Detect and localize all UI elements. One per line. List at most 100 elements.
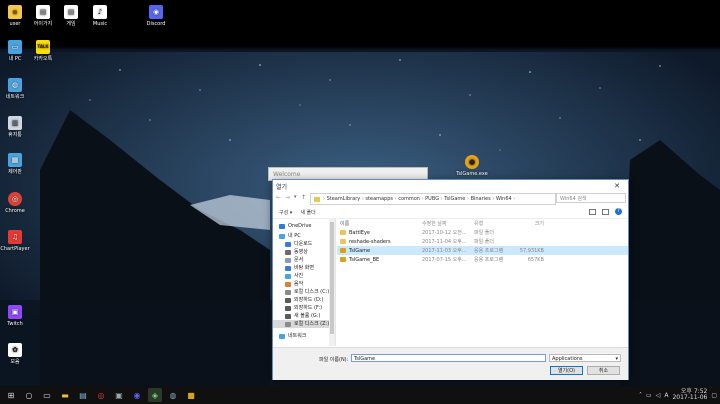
drive-icon [285,321,291,327]
nav-item-drive-d[interactable]: 외장하드 (D:) [273,296,335,304]
desktop-icon-game[interactable]: ▤ 게임 [56,5,86,27]
file-explorer-icon[interactable]: ▬ [58,388,72,402]
search-input[interactable]: Win64 검색 [556,193,626,203]
nav-item-documents[interactable]: 문서 [273,256,335,264]
notification-icon[interactable]: ▢ [711,392,717,399]
column-header-type[interactable]: 유형 [474,220,514,227]
desktop-icon-control-panel[interactable]: ▦ 제어판 [0,153,30,175]
app-icon[interactable]: ▣ [112,388,126,402]
desktop-icon-collection[interactable]: ✿ 모음 [0,343,30,365]
desktop-icon-chrome[interactable]: ◎ Chrome [0,192,30,214]
desktop-icon [285,265,291,271]
recycle-bin-icon: ▥ [8,116,22,130]
breadcrumb-item[interactable]: Win64 [496,196,512,202]
task-view-icon[interactable]: ▭ [40,388,54,402]
desktop-icon-kakaotalk[interactable]: TALK 카카오톡 [28,40,58,62]
music-icon [285,281,291,287]
picture-icon [285,273,291,279]
volume-icon[interactable]: ◁ [656,392,661,399]
chevron-up-icon[interactable]: ˄ [639,392,642,399]
network-icon[interactable]: ▭ [646,392,652,399]
cancel-button[interactable]: 취소 [587,366,620,375]
nav-item-drive-f[interactable]: 외장하드 (F:) [273,304,335,312]
desktop-icon-label: 휴지통 [8,132,22,138]
desktop-icon-chartplayer[interactable]: ♫ ChartPlayer [0,230,30,252]
help-icon[interactable]: ? [615,208,622,215]
computer-icon [279,233,285,239]
nav-item-videos[interactable]: 동영상 [273,248,335,256]
desktop-icon-network[interactable]: ◍ 네트워크 [0,78,30,100]
nav-item-drive-c[interactable]: 로컬 디스크 (C:) [273,288,335,296]
view-options-icon[interactable] [589,209,596,215]
forward-arrow-icon[interactable]: → [285,194,290,201]
column-header-date[interactable]: 수정한 날짜 [422,220,474,227]
search-icon[interactable]: ○ [22,388,36,402]
steam-icon[interactable]: ◈ [148,388,162,402]
desktop-icon-recycle-bin[interactable]: ▥ 휴지통 [0,116,30,138]
ime-indicator[interactable]: A [664,392,668,399]
system-tray: ˄ ▭ ◁ A 오후 7:52 2017-11-06 ▢ [639,386,720,404]
navigation-pane: OneDrive 내 PC 다운로드 동영상 문서 바탕 화면 사진 음악 로컬… [273,218,336,346]
nav-item-downloads[interactable]: 다운로드 [273,240,335,248]
desktop-icon-this-pc[interactable]: ▭ 내 PC [0,40,30,62]
breadcrumb-item[interactable]: steamapps [365,196,393,202]
steam-client-icon[interactable]: ◍ [166,388,180,402]
nav-item-pictures[interactable]: 사진 [273,272,335,280]
column-header-size[interactable]: 크기 [514,220,544,227]
document-icon [285,257,291,263]
desktop-icon-tslgame[interactable]: ● TslGame.exe [455,155,489,177]
filename-input[interactable]: TslGame [351,354,546,362]
dialog-titlebar[interactable]: 열기 ✕ [273,180,628,192]
desktop-icon-label: 모음 [10,359,20,365]
nav-item-drive-z[interactable]: 로컬 디스크 (Z:) [273,320,335,328]
desktop-icon-user[interactable]: ▪ user [0,5,30,27]
nav-item-drive-g[interactable]: 새 볼륨 (G:) [273,312,335,320]
windows-start-icon[interactable]: ⊞ [4,388,18,402]
close-icon[interactable]: ✕ [609,182,625,190]
filetype-select[interactable]: Applications ▾ [549,354,621,362]
file-manager-icon[interactable]: ▤ [76,388,90,402]
nav-scrollbar[interactable] [329,218,335,346]
pubg-app-icon [340,257,346,262]
nav-item-this-pc[interactable]: 내 PC [273,232,335,240]
breadcrumb-item[interactable]: TslGame [444,196,465,202]
desktop-icon-discord[interactable]: ◉ Discord [141,5,171,27]
pubg-icon[interactable]: ■ [184,388,198,402]
discord-icon[interactable]: ◉ [130,388,144,402]
nav-item-onedrive[interactable]: OneDrive [273,222,335,230]
file-row[interactable]: reshade-shaders 2017-11-04 오후... 파일 폴더 [337,237,628,246]
clock[interactable]: 오후 7:52 2017-11-06 [672,389,707,401]
desktop-icon-label: Twitch [7,321,23,327]
nav-item-music[interactable]: 음악 [273,280,335,288]
nav-item-network[interactable]: 네트워크 [273,332,335,340]
drive-icon [285,289,291,295]
desktop-icon-label: 어이가지 [33,21,53,27]
column-header-name[interactable]: 이름 [337,220,422,227]
preview-pane-icon[interactable] [602,209,609,215]
open-button[interactable]: 열기(O) [550,366,583,375]
up-arrow-icon[interactable]: ↑ [301,194,306,201]
discord-icon: ◉ [149,5,163,19]
desktop-icon-file[interactable]: ▤ 어이가지 [28,5,58,27]
drive-icon [285,297,291,303]
file-row[interactable]: TslGame_BE 2017-07-15 오후... 응용 프로그램 657K… [337,255,628,264]
file-row-selected[interactable]: TslGame 2017-11-03 오후... 응용 프로그램 57,931K… [337,246,628,255]
desktop-icon-twitch[interactable]: ▣ Twitch [0,305,30,327]
breadcrumb-item[interactable]: SteamLibrary [327,196,361,202]
breadcrumb-item[interactable]: common [398,196,420,202]
recent-dropdown-icon[interactable]: ▾ [294,194,297,200]
address-bar[interactable]: › SteamLibrary › steamapps › common › PU… [310,193,556,205]
breadcrumb-item[interactable]: Binaries [471,196,491,202]
scrollbar-thumb[interactable] [330,222,334,334]
twitch-icon: ▣ [8,305,22,319]
chrome-icon[interactable]: ◎ [94,388,108,402]
control-panel-icon: ▦ [8,153,22,167]
file-row[interactable]: BattlEye 2017-10-12 오전... 파일 폴더 [337,228,628,237]
back-arrow-icon[interactable]: ← [276,194,281,201]
desktop-icon-label: TslGame.exe [456,171,488,177]
organize-button[interactable]: 구성 ▾ [279,209,292,216]
nav-item-desktop[interactable]: 바탕 화면 [273,264,335,272]
desktop-icon-music[interactable]: ♪ Music [85,5,115,27]
breadcrumb-item[interactable]: PUBG [425,196,439,202]
new-folder-button[interactable]: 새 폴더 [300,209,315,216]
